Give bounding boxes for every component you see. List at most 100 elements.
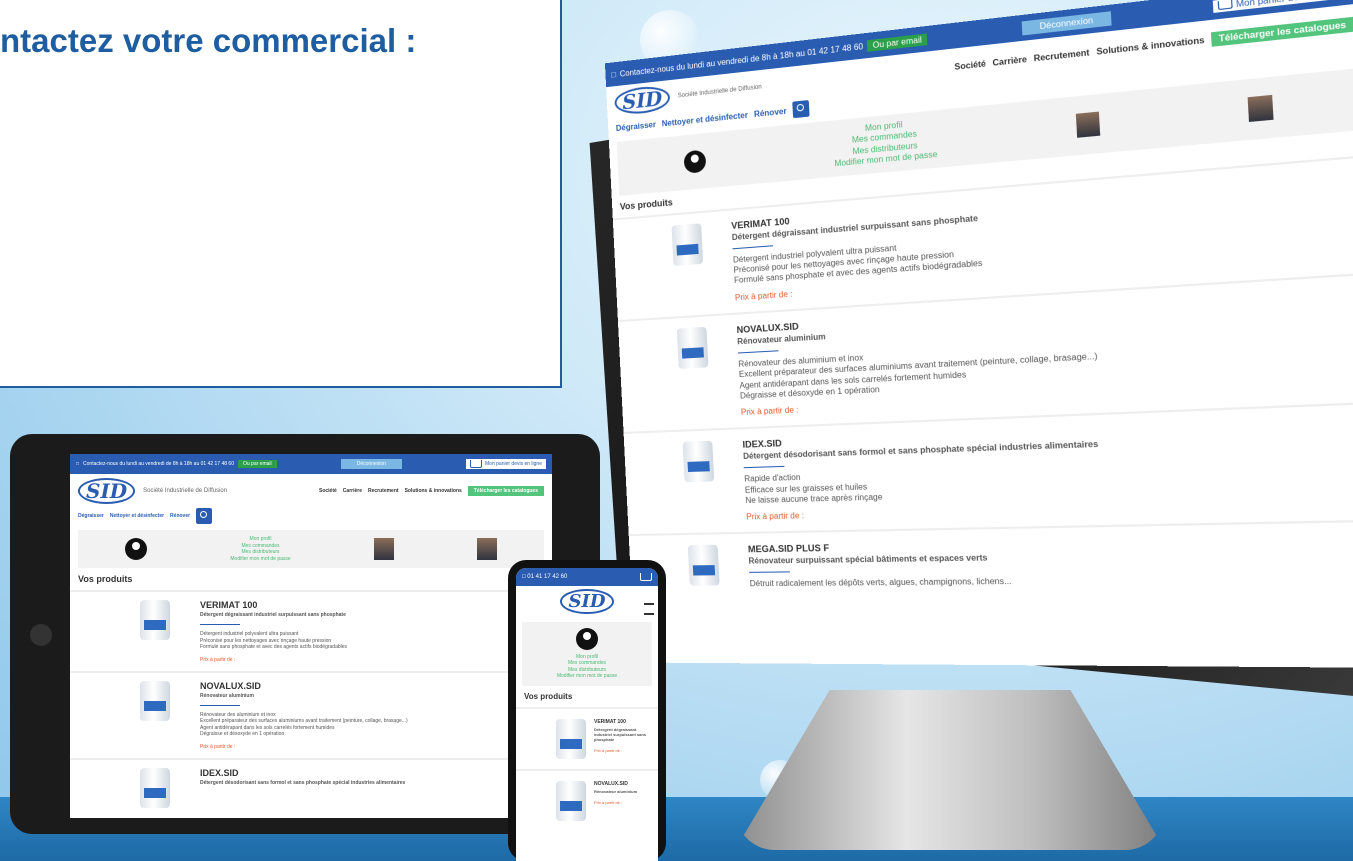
divider xyxy=(732,244,773,249)
divider xyxy=(749,571,791,574)
tablet-home-button[interactable] xyxy=(30,624,52,646)
nav-societe[interactable]: Société xyxy=(319,488,337,494)
product-card[interactable]: VERIMAT 100 Détergent dégraissant indust… xyxy=(70,590,552,671)
sid-logo[interactable]: SID xyxy=(614,84,671,117)
tagline: Société Industrielle de Diffusion xyxy=(143,488,228,494)
subnav-degraisser[interactable]: Dégraisser xyxy=(616,119,656,132)
profile-links: Mon profil Mes commandes Mes distributeu… xyxy=(832,117,937,170)
divider xyxy=(200,704,240,706)
product-desc: Détergent dégraissant industriel surpuis… xyxy=(594,726,647,742)
user-avatar-icon xyxy=(125,538,148,560)
subnav-nettoyer[interactable]: Nettoyer et désinfecter xyxy=(110,513,164,519)
product-card[interactable]: IDEX.SID Détergent désodorisant sans for… xyxy=(70,757,552,816)
catalog-button[interactable]: Télécharger les catalogues xyxy=(1211,16,1353,47)
top-bar: □ Contactez-nous du lundi au vendredi de… xyxy=(70,454,552,474)
link-mot-de-passe[interactable]: Modifier mon mot de passe xyxy=(557,673,617,680)
desktop-monitor: □ Contactez-nous du lundi au vendredi de… xyxy=(574,0,1353,710)
product-desc: Rénovateur aluminium xyxy=(200,692,254,699)
product-jar-image xyxy=(140,767,170,808)
product-name[interactable]: VERIMAT 100 xyxy=(594,719,650,725)
site-desktop: □ Contactez-nous du lundi au vendredi de… xyxy=(604,0,1353,668)
product-price: Prix à partir de : xyxy=(200,743,236,750)
site-header: SID Société Industrielle de Diffusion So… xyxy=(70,474,552,508)
phone-icon: □ xyxy=(76,461,80,467)
nav-carriere[interactable]: Carrière xyxy=(992,54,1027,67)
nav-solutions[interactable]: Solutions & innovations xyxy=(1096,35,1205,57)
nav-solutions[interactable]: Solutions & innovations xyxy=(405,488,462,494)
search-icon[interactable] xyxy=(196,508,213,524)
email-button[interactable]: Ou par email xyxy=(867,32,928,52)
product-name[interactable]: NOVALUX.SID xyxy=(200,681,408,691)
product-name[interactable]: NOVALUX.SID xyxy=(594,781,637,787)
site-tablet: □ Contactez-nous du lundi au vendredi de… xyxy=(70,454,552,818)
nav-carriere[interactable]: Carrière xyxy=(343,488,362,494)
product-card[interactable]: NOVALUX.SID Rénovateur aluminium Prix à … xyxy=(516,768,658,831)
product-card[interactable]: VERIMAT 100 Détergent dégraissant indust… xyxy=(516,706,658,769)
divider xyxy=(200,624,240,625)
phone-icon: □ xyxy=(522,574,526,580)
commercial-photo xyxy=(1075,111,1100,138)
product-jar-image xyxy=(556,780,586,821)
product-card[interactable]: NOVALUX.SID Rénovateur aluminium Rénovat… xyxy=(70,670,552,758)
user-avatar-icon xyxy=(683,149,707,174)
sid-logo[interactable]: SID xyxy=(78,478,136,504)
product-name[interactable]: MEGA.SID PLUS F xyxy=(748,540,1010,555)
profile-bar: Mon profil Mes commandes Mes distributeu… xyxy=(522,621,652,686)
callout-title: ntactez votre commercial : xyxy=(0,22,417,59)
email-button[interactable]: Ou par email xyxy=(237,460,277,468)
divider xyxy=(743,466,785,469)
cart-icon xyxy=(1217,0,1233,11)
search-icon[interactable] xyxy=(792,99,810,119)
tagline: Société Industrielle de Diffusion xyxy=(677,84,762,100)
product-price: Prix à partir de : xyxy=(746,511,805,523)
divider xyxy=(737,349,779,354)
hamburger-menu-icon[interactable] xyxy=(644,603,654,615)
commercial-photo xyxy=(373,538,394,560)
product-desc: Rénovateur aluminium xyxy=(594,788,638,794)
product-jar-image xyxy=(682,440,715,483)
commercial-photo xyxy=(1247,94,1274,122)
nav-recrutement[interactable]: Recrutement xyxy=(1033,47,1089,63)
products-title: Vos produits xyxy=(78,574,133,584)
cart-icon xyxy=(470,460,483,468)
product-desc: Détergent désodorisant sans formol et sa… xyxy=(200,779,406,786)
product-jar-image xyxy=(687,545,720,587)
subnav-renover[interactable]: Rénover xyxy=(170,513,190,519)
contact-info: □ Contactez-nous du lundi au vendredi de… xyxy=(76,460,277,468)
nav-societe[interactable]: Société xyxy=(954,58,986,71)
profile-links: Mon profil Mes commandes Mes distributeu… xyxy=(557,654,617,680)
product-desc: Détergent dégraissant industriel surpuis… xyxy=(200,612,346,618)
phone-device: □ 01 41 17 42 60 SID Mon profil Mes comm… xyxy=(508,560,666,861)
product-price: Prix à partir de : xyxy=(200,656,236,663)
logout-button[interactable]: Déconnexion xyxy=(340,459,402,469)
monitor-screen: □ Contactez-nous du lundi au vendredi de… xyxy=(604,0,1353,668)
monitor-stand xyxy=(735,690,1165,850)
profile-bar: Mon profil Mes commandes Mes distributeu… xyxy=(78,530,544,568)
link-mot-de-passe[interactable]: Modifier mon mot de passe xyxy=(230,556,290,563)
cart-icon[interactable] xyxy=(640,573,652,581)
product-price: Prix à partir de : xyxy=(594,799,623,805)
product-bullet: Excellent préparateur des surfaces alumi… xyxy=(200,718,408,724)
subnav-renover[interactable]: Rénover xyxy=(754,106,787,119)
contact-callout: ntactez votre commercial : xyxy=(0,0,562,388)
product-name[interactable]: IDEX.SID xyxy=(200,768,405,778)
commercial-photo xyxy=(476,538,497,560)
product-name[interactable]: VERIMAT 100 xyxy=(200,600,347,610)
product-bullet: Dégraisse et désoxyde en 1 opération xyxy=(200,731,285,737)
product-desc: Rénovateur surpuissant spécial bâtiments… xyxy=(748,553,988,567)
nav-recrutement[interactable]: Recrutement xyxy=(368,488,399,494)
product-jar-image xyxy=(140,600,170,640)
cart-button[interactable]: Mon panier devis en ligne xyxy=(466,459,546,469)
profile-links: Mon profil Mes commandes Mes distributeu… xyxy=(230,536,290,562)
catalog-button[interactable]: Télécharger les catalogues xyxy=(467,486,544,496)
logout-button[interactable]: Déconnexion xyxy=(1021,10,1112,35)
product-card[interactable]: MEGA.SID PLUS F Rénovateur surpuissant s… xyxy=(628,519,1353,602)
phone-icon: □ xyxy=(611,69,617,80)
user-avatar-icon xyxy=(576,627,598,650)
product-jar-image xyxy=(676,326,709,369)
phone-contact: □ 01 41 17 42 60 xyxy=(522,574,568,580)
main-nav: Société Carrière Recrutement Solutions &… xyxy=(319,486,544,496)
products-title: Vos produits xyxy=(524,691,573,701)
sid-logo[interactable]: SID xyxy=(560,589,614,614)
subnav-degraisser[interactable]: Dégraisser xyxy=(78,513,104,519)
